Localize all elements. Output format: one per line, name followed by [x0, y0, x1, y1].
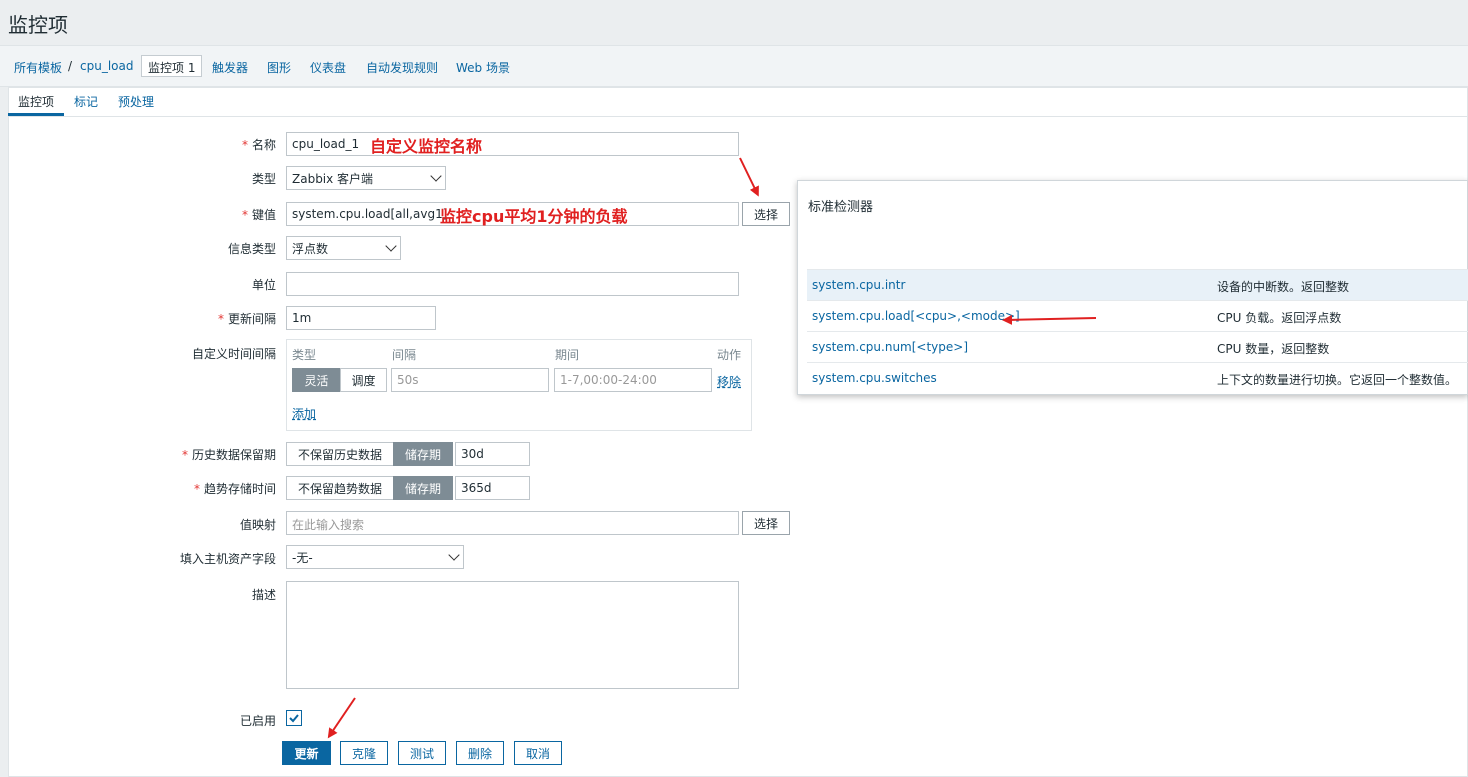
arrow-to-update-icon [327, 697, 356, 739]
arrow-to-select-icon [739, 157, 759, 197]
arrow-to-cpu-load-icon [1002, 314, 1097, 325]
annotation-arrows [327, 157, 1097, 739]
